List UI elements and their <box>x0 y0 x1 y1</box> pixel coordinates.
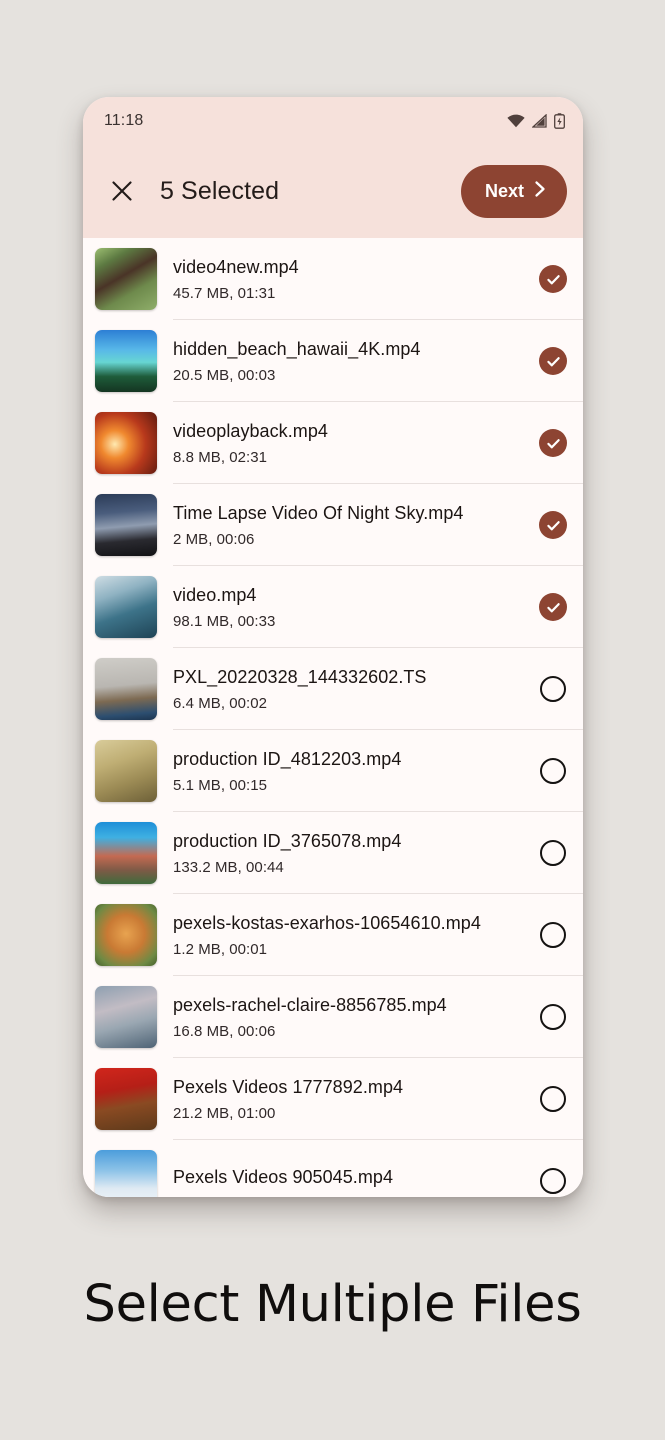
checkbox-empty-icon <box>540 1004 566 1030</box>
file-text: hidden_beach_hawaii_4K.mp4 20.5 MB, 00:03 <box>173 339 523 384</box>
checkmark-filled-icon <box>539 265 567 293</box>
chevron-right-icon <box>533 180 548 203</box>
checkbox-empty-icon <box>540 1168 566 1194</box>
checkbox-empty-icon <box>540 922 566 948</box>
file-thumbnail <box>95 412 157 474</box>
file-row[interactable]: Time Lapse Video Of Night Sky.mp4 2 MB, 0… <box>83 484 583 566</box>
next-button-label: Next <box>485 181 524 202</box>
file-select-checkbox[interactable] <box>523 265 583 293</box>
file-list[interactable]: video4new.mp4 45.7 MB, 01:31 hidden_beach_… <box>83 238 583 1197</box>
file-text: pexels-rachel-claire-8856785.mp4 16.8 MB,… <box>173 995 523 1040</box>
cell-signal-icon <box>532 114 547 128</box>
file-name: hidden_beach_hawaii_4K.mp4 <box>173 339 513 360</box>
file-name: videoplayback.mp4 <box>173 421 513 442</box>
file-text: PXL_20220328_144332602.TS 6.4 MB, 00:02 <box>173 667 523 712</box>
status-bar-clock: 11:18 <box>104 112 143 130</box>
file-name: production ID_3765078.mp4 <box>173 831 513 852</box>
file-select-checkbox[interactable] <box>523 347 583 375</box>
checkbox-empty-icon <box>540 840 566 866</box>
checkmark-filled-icon <box>539 429 567 457</box>
file-row[interactable]: PXL_20220328_144332602.TS 6.4 MB, 00:02 <box>83 648 583 730</box>
file-text: pexels-kostas-exarhos-10654610.mp4 1.2 MB… <box>173 913 523 958</box>
file-thumbnail <box>95 904 157 966</box>
file-select-checkbox[interactable] <box>523 1086 583 1112</box>
file-select-checkbox[interactable] <box>523 511 583 539</box>
battery-charging-icon <box>554 113 565 129</box>
file-text: Pexels Videos 905045.mp4 <box>173 1167 523 1195</box>
file-meta: 2 MB, 00:06 <box>173 531 513 548</box>
file-meta: 8.8 MB, 02:31 <box>173 449 513 466</box>
status-bar: 11:18 <box>83 97 583 144</box>
file-meta: 45.7 MB, 01:31 <box>173 285 513 302</box>
close-icon[interactable] <box>105 174 139 208</box>
file-thumbnail <box>95 494 157 556</box>
checkmark-filled-icon <box>539 593 567 621</box>
file-name: pexels-rachel-claire-8856785.mp4 <box>173 995 513 1016</box>
file-text: video.mp4 98.1 MB, 00:33 <box>173 585 523 630</box>
file-row[interactable]: videoplayback.mp4 8.8 MB, 02:31 <box>83 402 583 484</box>
file-row[interactable]: hidden_beach_hawaii_4K.mp4 20.5 MB, 00:03 <box>83 320 583 402</box>
file-select-checkbox[interactable] <box>523 429 583 457</box>
file-meta: 21.2 MB, 01:00 <box>173 1105 513 1122</box>
file-select-checkbox[interactable] <box>523 1004 583 1030</box>
file-meta: 6.4 MB, 00:02 <box>173 695 513 712</box>
file-name: production ID_4812203.mp4 <box>173 749 513 770</box>
file-meta: 98.1 MB, 00:33 <box>173 613 513 630</box>
wifi-icon <box>507 114 525 128</box>
file-thumbnail <box>95 248 157 310</box>
file-text: production ID_4812203.mp4 5.1 MB, 00:15 <box>173 749 523 794</box>
file-thumbnail <box>95 576 157 638</box>
file-text: Time Lapse Video Of Night Sky.mp4 2 MB, 0… <box>173 503 523 548</box>
file-select-checkbox[interactable] <box>523 922 583 948</box>
file-meta: 20.5 MB, 00:03 <box>173 367 513 384</box>
checkmark-filled-icon <box>539 347 567 375</box>
file-meta: 16.8 MB, 00:06 <box>173 1023 513 1040</box>
file-select-checkbox[interactable] <box>523 1168 583 1194</box>
file-row[interactable]: Pexels Videos 1777892.mp4 21.2 MB, 01:00 <box>83 1058 583 1140</box>
file-thumbnail <box>95 740 157 802</box>
checkbox-empty-icon <box>540 676 566 702</box>
file-text: production ID_3765078.mp4 133.2 MB, 00:44 <box>173 831 523 876</box>
file-thumbnail <box>95 1150 157 1197</box>
file-meta: 5.1 MB, 00:15 <box>173 777 513 794</box>
file-name: PXL_20220328_144332602.TS <box>173 667 513 688</box>
file-select-checkbox[interactable] <box>523 758 583 784</box>
file-row[interactable]: video4new.mp4 45.7 MB, 01:31 <box>83 238 583 320</box>
file-select-checkbox[interactable] <box>523 593 583 621</box>
file-name: video.mp4 <box>173 585 513 606</box>
next-button[interactable]: Next <box>461 165 567 218</box>
file-meta: 1.2 MB, 00:01 <box>173 941 513 958</box>
file-name: pexels-kostas-exarhos-10654610.mp4 <box>173 913 513 934</box>
file-text: Pexels Videos 1777892.mp4 21.2 MB, 01:00 <box>173 1077 523 1122</box>
file-thumbnail <box>95 822 157 884</box>
phone-screen: 11:18 5 Selected Next video4new.mp4 45.7 … <box>83 97 583 1197</box>
app-bar: 5 Selected Next <box>83 144 583 238</box>
checkmark-filled-icon <box>539 511 567 539</box>
file-thumbnail <box>95 658 157 720</box>
file-text: video4new.mp4 45.7 MB, 01:31 <box>173 257 523 302</box>
file-thumbnail <box>95 1068 157 1130</box>
file-name: video4new.mp4 <box>173 257 513 278</box>
file-name: Pexels Videos 1777892.mp4 <box>173 1077 513 1098</box>
file-select-checkbox[interactable] <box>523 840 583 866</box>
file-row[interactable]: production ID_4812203.mp4 5.1 MB, 00:15 <box>83 730 583 812</box>
file-text: videoplayback.mp4 8.8 MB, 02:31 <box>173 421 523 466</box>
file-name: Time Lapse Video Of Night Sky.mp4 <box>173 503 513 524</box>
file-select-checkbox[interactable] <box>523 676 583 702</box>
file-row[interactable]: pexels-kostas-exarhos-10654610.mp4 1.2 MB… <box>83 894 583 976</box>
checkbox-empty-icon <box>540 1086 566 1112</box>
file-row[interactable]: pexels-rachel-claire-8856785.mp4 16.8 MB,… <box>83 976 583 1058</box>
file-row[interactable]: video.mp4 98.1 MB, 00:33 <box>83 566 583 648</box>
file-thumbnail <box>95 986 157 1048</box>
file-thumbnail <box>95 330 157 392</box>
checkbox-empty-icon <box>540 758 566 784</box>
file-meta: 133.2 MB, 00:44 <box>173 859 513 876</box>
file-name: Pexels Videos 905045.mp4 <box>173 1167 513 1188</box>
page-caption: Select Multiple Files <box>0 1275 665 1334</box>
file-row[interactable]: Pexels Videos 905045.mp4 <box>83 1140 583 1197</box>
selection-count-title: 5 Selected <box>160 177 461 206</box>
file-row[interactable]: production ID_3765078.mp4 133.2 MB, 00:44 <box>83 812 583 894</box>
status-bar-icons <box>507 113 565 129</box>
